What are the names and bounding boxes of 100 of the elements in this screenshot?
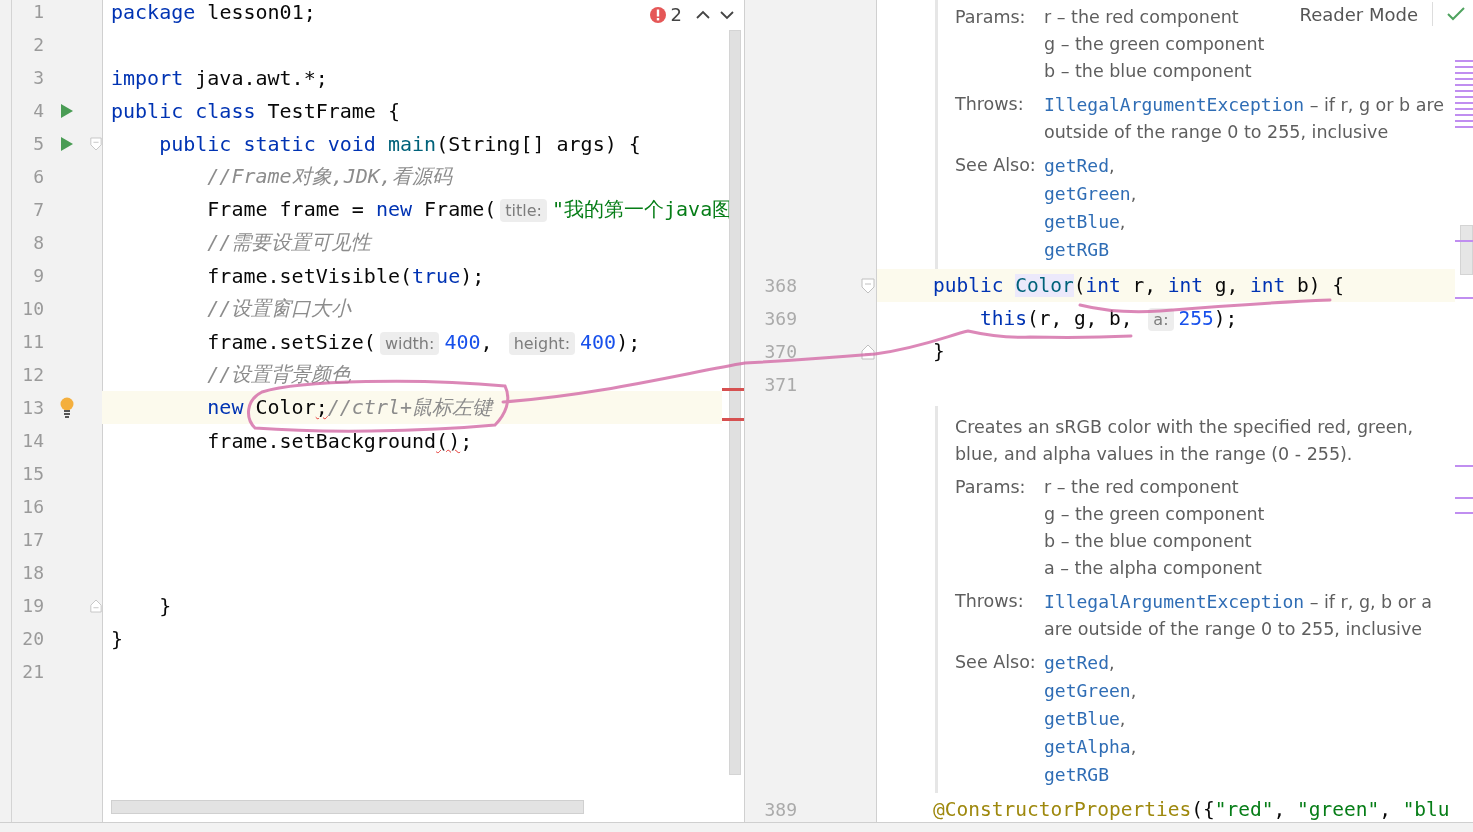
doc-link[interactable]: getBlue (1044, 211, 1120, 232)
doc-link[interactable]: getRed (1044, 652, 1110, 673)
line-number: 7 (32, 199, 44, 220)
change-marker[interactable] (1455, 297, 1473, 299)
line-number: 14 (21, 430, 44, 451)
doc-link[interactable]: getRed (1044, 155, 1110, 176)
doc-label: See Also: (955, 651, 1037, 674)
doc-link[interactable]: getAlpha (1044, 736, 1131, 757)
line-number: 5 (32, 133, 44, 154)
doc-link[interactable]: getRGB (1044, 764, 1110, 785)
code-line: this(r, g, b, a: 255); (978, 307, 1238, 330)
error-stripe[interactable] (722, 388, 744, 391)
doc-text: Creates an sRGB color with the specified red, green, blue, and alpha values in the range (0 - 255). (955, 416, 1415, 466)
line-number: 21 (21, 661, 44, 682)
doc-link[interactable]: getGreen (1044, 183, 1131, 204)
change-marker[interactable] (1455, 84, 1473, 86)
line-number: 12 (21, 364, 44, 385)
code-line: } (933, 340, 945, 363)
line-number: 369 (763, 308, 797, 329)
line-number: 368 (763, 275, 797, 296)
horizontal-scrollbar[interactable] (111, 800, 584, 814)
line-number: 371 (763, 374, 797, 395)
chevron-down-icon[interactable] (720, 9, 734, 20)
line-number: 13 (21, 397, 44, 418)
code-line: //需要设置可见性 (206, 229, 372, 256)
vertical-scrollbar[interactable] (1460, 225, 1473, 275)
doc-label: Throws: (955, 590, 1025, 613)
doc-text: r – the red component (1044, 476, 1239, 499)
code-line: package lesson01; (111, 0, 316, 24)
change-marker[interactable] (1455, 114, 1473, 116)
code-line: frame.setVisible(true); (206, 263, 485, 288)
code-line: //设置窗口大小 (206, 295, 352, 322)
doc-label: Throws: (955, 93, 1025, 116)
code-line: frame.setSize( width: 400, height: 400); (206, 329, 641, 354)
chevron-up-icon[interactable] (696, 9, 710, 20)
change-marker[interactable] (1455, 512, 1473, 514)
change-marker[interactable] (1455, 240, 1473, 242)
code-line: import java.awt.*; (111, 65, 328, 90)
doc-text: g – the green component (1044, 503, 1265, 526)
change-marker[interactable] (1455, 120, 1473, 122)
doc-text: getBlue, (1044, 707, 1126, 731)
vertical-scrollbar[interactable] (729, 30, 741, 775)
doc-text: b – the blue component (1044, 530, 1252, 553)
fold-icon[interactable] (861, 277, 875, 294)
line-number: 17 (21, 529, 44, 550)
doc-link[interactable]: getBlue (1044, 708, 1120, 729)
change-marker[interactable] (1455, 102, 1473, 104)
line-number: 15 (21, 463, 44, 484)
doc-text: b – the blue component (1044, 60, 1252, 83)
line-number: 4 (32, 100, 44, 121)
line-number: 8 (32, 232, 44, 253)
change-marker[interactable] (1455, 60, 1473, 62)
doc-text: getRed, (1044, 154, 1115, 178)
code-line: } (158, 593, 172, 618)
run-icon[interactable] (60, 102, 74, 119)
doc-link[interactable]: IllegalArgumentException (1044, 94, 1305, 115)
doc-label: Params: (955, 6, 1027, 29)
code-line: } (111, 626, 124, 651)
problems-count[interactable]: 2 (670, 4, 682, 25)
line-number: 370 (763, 341, 797, 362)
code-line: //设置背景颜色 (206, 361, 352, 388)
change-marker[interactable] (1455, 126, 1473, 128)
fold-icon[interactable] (861, 343, 875, 360)
reader-mode-button[interactable]: Reader Mode (1299, 3, 1418, 25)
doc-link[interactable]: getRGB (1044, 239, 1110, 260)
error-icon[interactable] (648, 5, 667, 24)
doc-text: getBlue, (1044, 210, 1126, 234)
change-marker[interactable] (1455, 66, 1473, 68)
check-icon[interactable] (1447, 7, 1465, 21)
fold-icon[interactable] (90, 597, 102, 614)
doc-link[interactable]: IllegalArgumentException (1044, 591, 1305, 612)
bulb-icon[interactable] (59, 396, 75, 419)
fold-icon[interactable] (90, 135, 102, 152)
doc-text: getAlpha, (1044, 735, 1137, 759)
error-stripe[interactable] (722, 418, 744, 421)
code-line: frame.setBackground(); (206, 428, 473, 453)
code-line: public class TestFrame { (111, 98, 400, 123)
line-number: 9 (32, 265, 44, 286)
change-marker[interactable] (1455, 78, 1473, 80)
line-number: 1 (32, 1, 44, 22)
doc-label: See Also: (955, 154, 1037, 177)
doc-text: IllegalArgumentException – if r, g, b or a are outside of the range 0 to 255, inclusive (1044, 590, 1433, 641)
change-marker[interactable] (1455, 90, 1473, 92)
change-marker[interactable] (1455, 465, 1473, 467)
code-line: public static void main(String[] args) { (158, 131, 641, 156)
doc-label: Params: (955, 476, 1027, 499)
change-marker[interactable] (1455, 72, 1473, 74)
line-number: 10 (21, 298, 44, 319)
code-line: @ConstructorProperties({"red", "green", "blu (933, 798, 1450, 821)
run-icon[interactable] (60, 135, 74, 152)
doc-link[interactable]: getGreen (1044, 680, 1131, 701)
change-marker[interactable] (1455, 96, 1473, 98)
doc-text: r – the red component (1044, 6, 1239, 29)
line-number: 389 (763, 799, 797, 820)
code-line: public Color(int r, int g, int b) { (933, 274, 1344, 297)
doc-text: getGreen, (1044, 679, 1137, 703)
line-number: 6 (32, 166, 44, 187)
line-number: 20 (21, 628, 44, 649)
change-marker[interactable] (1455, 108, 1473, 110)
change-marker[interactable] (1455, 497, 1473, 499)
